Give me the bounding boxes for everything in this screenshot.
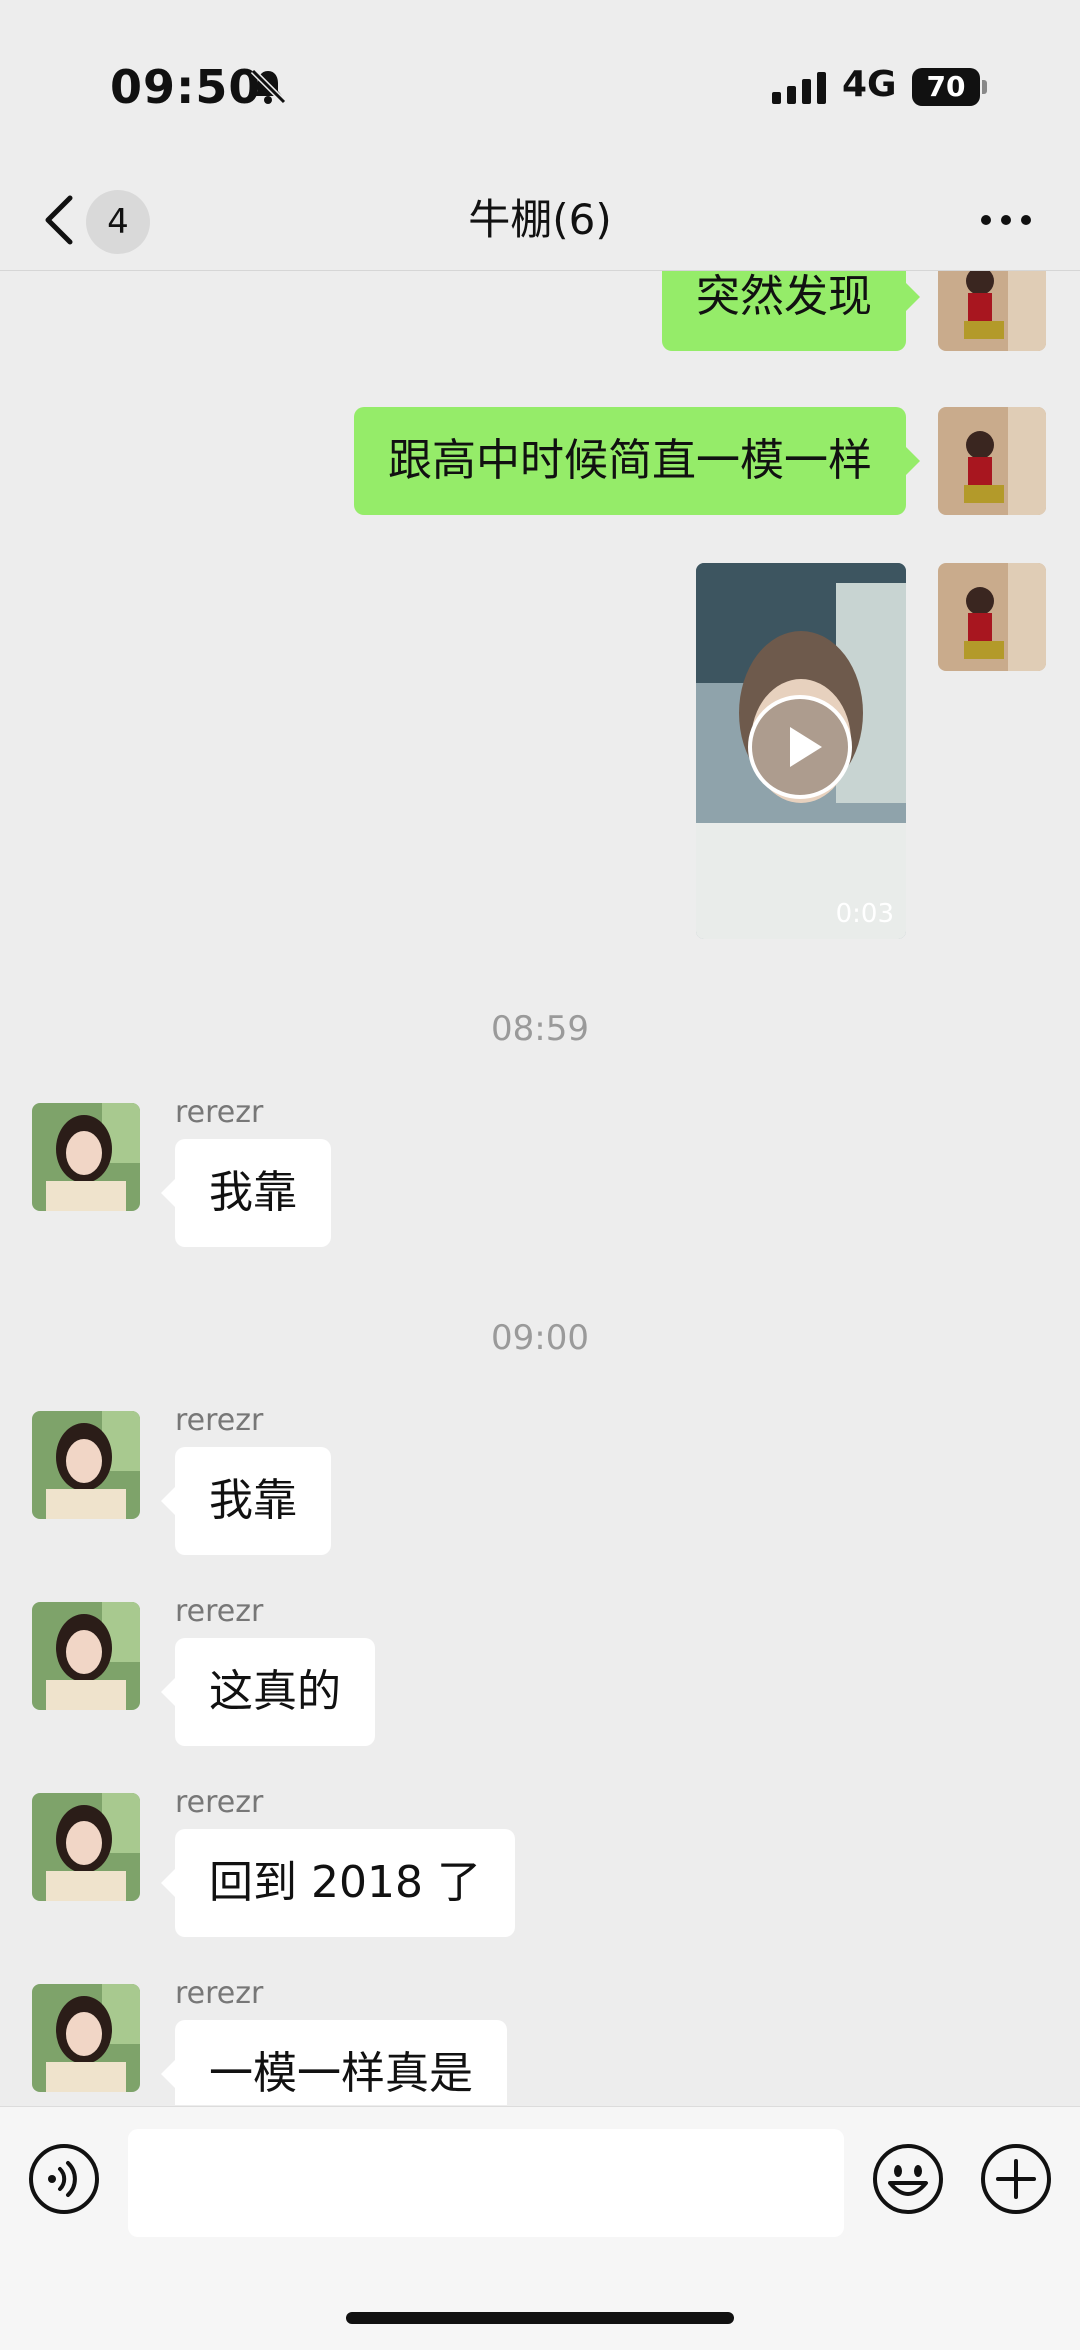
contact-message-bubble[interactable]: 我靠 xyxy=(161,1139,331,1247)
video-duration: 0:03 xyxy=(835,899,894,929)
my-avatar[interactable] xyxy=(938,563,1046,671)
my-message-bubble[interactable]: 突然发现 xyxy=(662,271,920,351)
sender-name: rerezr xyxy=(175,1594,264,1629)
contact-message-bubble[interactable]: 回到 2018 了 xyxy=(161,1829,515,1937)
network-type: 4G xyxy=(842,64,897,105)
my-avatar[interactable] xyxy=(938,271,1046,351)
sender-name: rerezr xyxy=(175,1976,264,2011)
video-message[interactable]: 0:03 xyxy=(696,563,906,939)
sender-name: rerezr xyxy=(175,1403,264,1438)
plus-icon[interactable] xyxy=(980,2143,1052,2215)
status-bar: 09:50 4G 70 xyxy=(0,0,1080,170)
my-avatar[interactable] xyxy=(938,407,1046,515)
chat-title: 牛棚(6) xyxy=(468,195,612,244)
message-list[interactable]: 突然发现 跟高中时候简直一模一样 0:03 08:59 rerezr 我靠 09… xyxy=(0,271,1080,2105)
contact-avatar[interactable] xyxy=(32,1984,140,2092)
unread-count-badge[interactable]: 4 xyxy=(86,190,150,254)
contact-message-bubble[interactable]: 一模一样真是 xyxy=(161,2020,507,2105)
signal-icon xyxy=(772,72,826,104)
timestamp: 09:00 xyxy=(491,1318,589,1358)
contact-avatar[interactable] xyxy=(32,1411,140,1519)
battery-tip xyxy=(982,80,987,94)
chat-nav-bar: 牛棚(6) 4 xyxy=(0,170,1080,271)
contact-avatar[interactable] xyxy=(32,1602,140,1710)
chevron-left-icon[interactable] xyxy=(40,190,80,250)
emoji-icon[interactable] xyxy=(872,2143,944,2215)
more-dots-icon[interactable] xyxy=(976,200,1036,240)
bell-muted-icon xyxy=(250,68,287,105)
home-indicator[interactable] xyxy=(346,2312,734,2324)
contact-avatar[interactable] xyxy=(32,1103,140,1211)
play-icon[interactable] xyxy=(746,693,854,801)
sender-name: rerezr xyxy=(175,1095,264,1130)
contact-message-bubble[interactable]: 我靠 xyxy=(161,1447,331,1555)
my-message-bubble[interactable]: 跟高中时候简直一模一样 xyxy=(354,407,920,515)
message-input[interactable] xyxy=(128,2129,844,2237)
voice-icon[interactable] xyxy=(28,2143,100,2215)
timestamp: 08:59 xyxy=(491,1009,589,1049)
contact-message-bubble[interactable]: 这真的 xyxy=(161,1638,375,1746)
contact-avatar[interactable] xyxy=(32,1793,140,1901)
status-time: 09:50 xyxy=(110,60,262,114)
sender-name: rerezr xyxy=(175,1785,264,1820)
battery-level: 70 xyxy=(912,68,980,106)
